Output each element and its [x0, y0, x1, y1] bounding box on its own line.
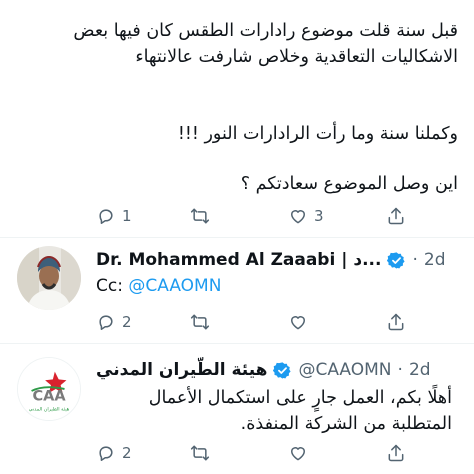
share-icon	[388, 207, 404, 225]
retweet-button[interactable]	[190, 312, 226, 332]
tweet1-paragraph1: قبل سنة قلت موضوع رادارات الطقس كان فيها…	[73, 21, 458, 67]
like-button[interactable]	[288, 312, 324, 332]
reply-button[interactable]: 2	[96, 443, 132, 463]
separator-dot: ·	[412, 250, 418, 270]
verified-badge-icon	[387, 251, 406, 269]
author-name[interactable]: Dr. Mohammed Al Zaaabi | د...	[96, 250, 381, 270]
tweet1-paragraph2: وكملنا سنة وما رأت الرادارات النور !!!	[177, 124, 458, 144]
logo-letters: CAA	[32, 389, 66, 405]
avatar-mohammed[interactable]	[17, 246, 81, 310]
reply-count: 1	[122, 207, 132, 225]
reply-icon	[99, 315, 113, 330]
share-icon	[388, 444, 404, 462]
reply-count: 2	[122, 313, 132, 331]
reply-icon	[99, 446, 113, 461]
cc-label: Cc:	[96, 276, 123, 296]
retweet-button[interactable]	[190, 206, 226, 226]
author-handle[interactable]: @CAAOMN	[298, 360, 391, 380]
like-icon	[291, 210, 305, 224]
like-button[interactable]	[288, 443, 324, 463]
tweet3-text: أهلًا بكم، العمل جارٍ على استكمال الأعما…	[148, 388, 452, 434]
retweet-icon	[190, 208, 210, 224]
reply-button[interactable]: 2	[96, 312, 132, 332]
tweet1-action-bar: 1 3	[96, 203, 456, 229]
mention-link[interactable]: @CAAOMN	[128, 276, 221, 296]
share-button[interactable]	[386, 312, 406, 332]
reply-icon	[99, 209, 113, 224]
divider	[0, 237, 474, 238]
tweet2-action-bar: 2	[96, 309, 456, 335]
verified-badge-icon	[273, 361, 292, 379]
like-icon	[291, 316, 305, 330]
tweet2-text: Cc: @CAAOMN	[96, 276, 221, 296]
reply-count: 2	[122, 444, 132, 462]
retweet-icon	[190, 314, 210, 330]
retweet-button[interactable]	[190, 443, 226, 463]
like-count: 3	[314, 207, 324, 225]
like-button[interactable]: 3	[288, 206, 324, 226]
share-button[interactable]	[386, 206, 406, 226]
avatar-photo	[17, 246, 81, 310]
divider	[0, 343, 474, 344]
tweet3-header: هيئة الطّيران المدني @CAAOMN · 2d	[96, 360, 431, 380]
separator-dot: ·	[397, 360, 403, 380]
timestamp[interactable]: 2d	[409, 360, 431, 380]
share-icon	[388, 313, 404, 331]
retweet-icon	[190, 445, 210, 461]
like-icon	[291, 447, 305, 461]
share-button[interactable]	[386, 443, 406, 463]
avatar-caa[interactable]: CAA هيئة الطيران المدني	[17, 357, 81, 421]
reply-button[interactable]: 1	[96, 206, 132, 226]
caa-logo-icon: CAA هيئة الطيران المدني	[18, 358, 80, 420]
timestamp[interactable]: 2d	[424, 250, 446, 270]
tweet1-paragraph3: اين وصل الموضوع سعادتكم ؟	[240, 174, 458, 194]
logo-subtitle: هيئة الطيران المدني	[29, 406, 70, 412]
tweet3-action-bar: 2	[96, 440, 456, 466]
tweet2-header: Dr. Mohammed Al Zaaabi | د... · 2d	[96, 250, 445, 270]
author-name[interactable]: هيئة الطّيران المدني	[96, 360, 267, 380]
